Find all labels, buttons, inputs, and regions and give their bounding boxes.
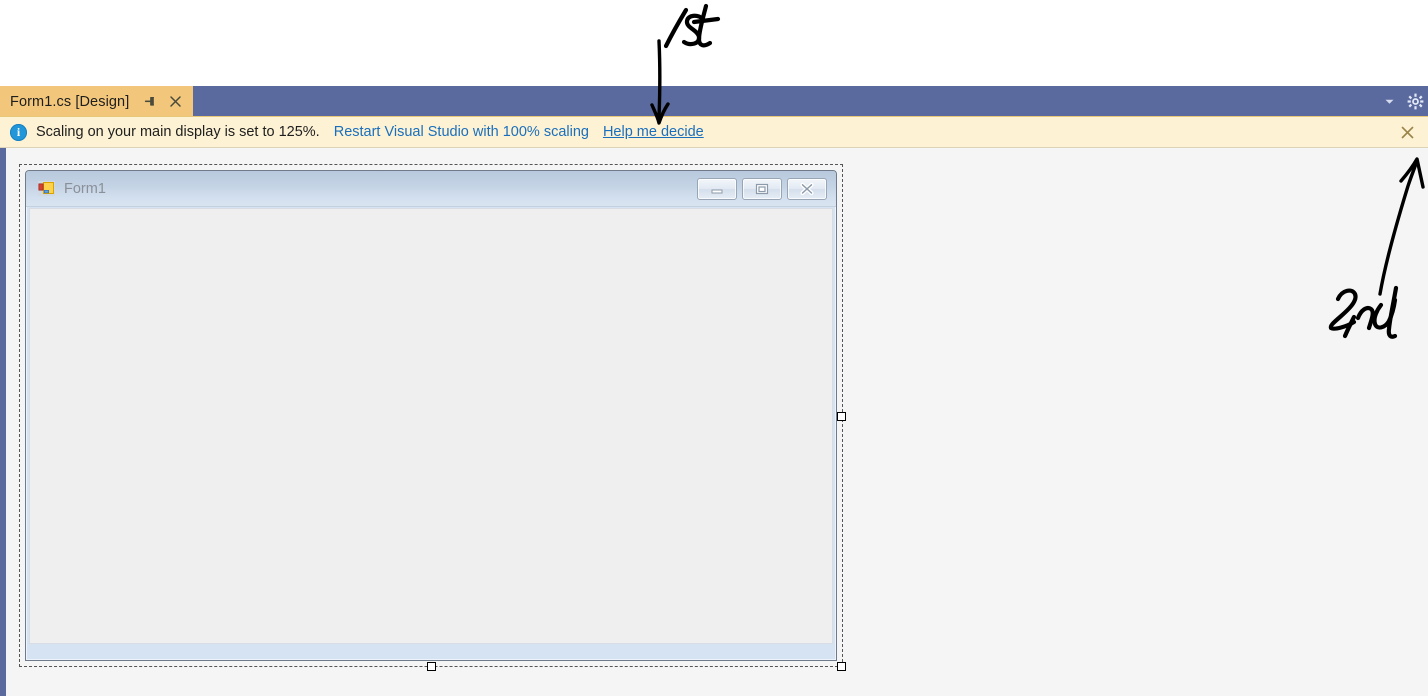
winforms-form-icon — [38, 181, 55, 196]
editor-tab-form1-design[interactable]: Form1.cs [Design] — [0, 86, 194, 116]
winforms-designer-surface[interactable]: Form1 — [0, 148, 1428, 696]
annotation-1st-text — [663, 3, 721, 49]
notification-close-button[interactable] — [1398, 123, 1416, 141]
form1-title-text: Form1 — [64, 180, 106, 197]
help-me-decide-link[interactable]: Help me decide — [603, 124, 704, 140]
close-button[interactable] — [787, 177, 827, 200]
minimize-button[interactable] — [697, 177, 737, 200]
form1-client-area[interactable] — [29, 208, 833, 644]
editor-titlebar: Form1.cs [Design] — [0, 86, 1428, 116]
resize-handle-bottom-right[interactable] — [837, 662, 846, 671]
editor-tab-label: Form1.cs [Design] — [10, 93, 130, 110]
info-icon-glyph: i — [16, 125, 21, 139]
restart-with-100-scaling-link[interactable]: Restart Visual Studio with 100% scaling — [334, 124, 589, 140]
chevron-down-icon[interactable] — [1376, 86, 1402, 116]
form1-designer-window[interactable]: Form1 — [25, 170, 837, 661]
info-icon: i — [10, 123, 27, 141]
form1-caption-buttons — [697, 177, 827, 200]
notification-message: Scaling on your main display is set to 1… — [36, 124, 320, 140]
maximize-button[interactable] — [742, 177, 782, 200]
resize-handle-middle-right[interactable] — [837, 412, 846, 421]
resize-handle-bottom-center[interactable] — [427, 662, 436, 671]
form1-caption-bar: Form1 — [26, 171, 836, 207]
gear-icon[interactable] — [1402, 86, 1428, 116]
dock-edge-strip — [0, 148, 6, 696]
titlebar-button-group — [1376, 86, 1428, 116]
visual-studio-window: Form1.cs [Design] i Scaling on your main… — [0, 0, 1428, 696]
close-icon[interactable] — [167, 94, 183, 110]
pin-icon[interactable] — [141, 94, 157, 110]
scaling-notification-bar: i Scaling on your main display is set to… — [0, 116, 1428, 148]
